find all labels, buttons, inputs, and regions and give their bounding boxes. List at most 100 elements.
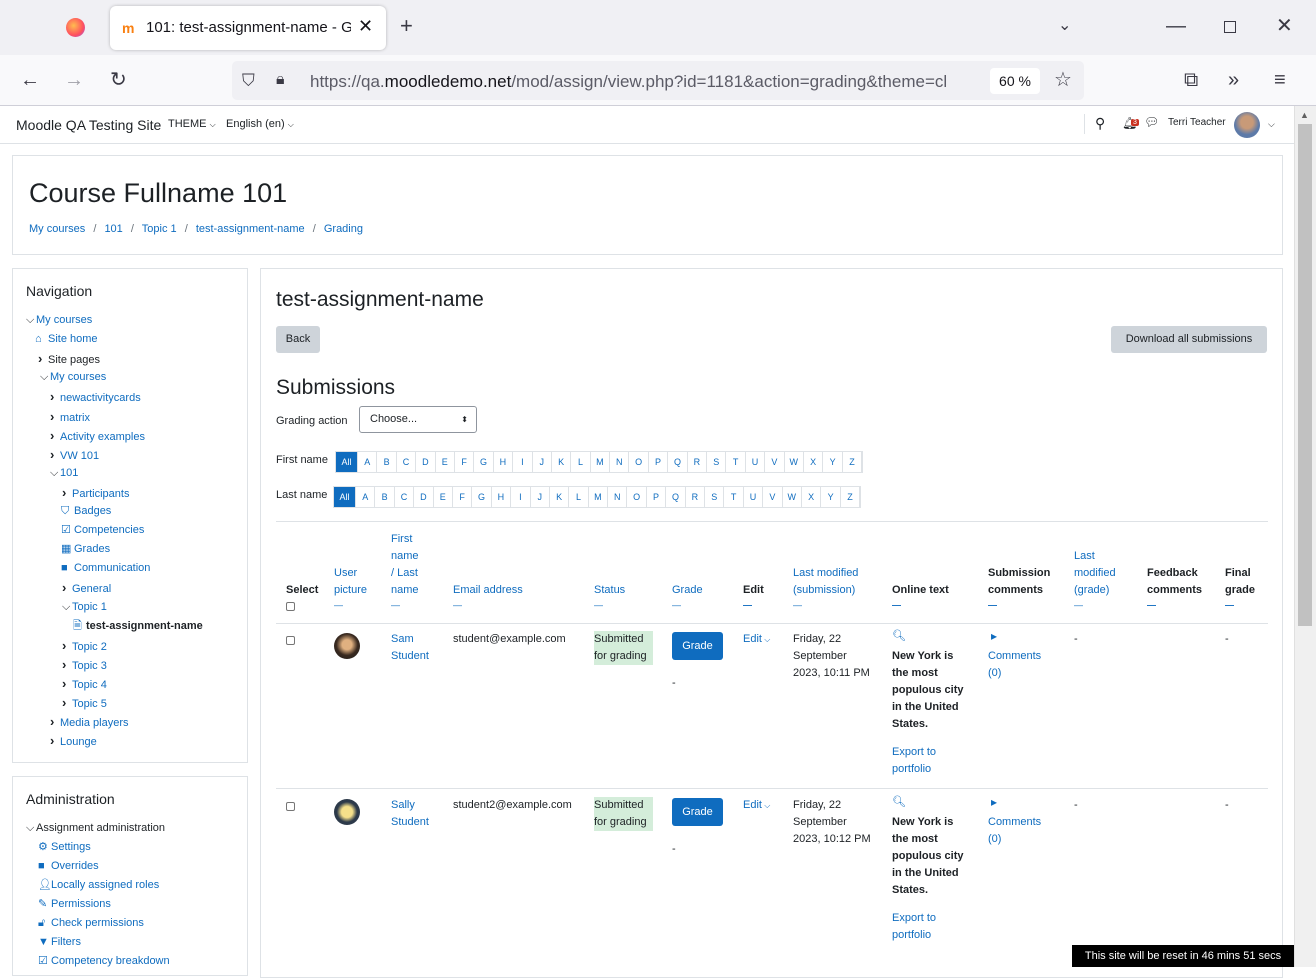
tree-item[interactable]: ▼ Filters [38, 933, 81, 952]
tree-item[interactable]: › Site pages [38, 349, 100, 370]
tree-item[interactable]: ■ Communication [61, 559, 150, 578]
tree-item[interactable]: ⌵ Topic 1 [62, 598, 107, 617]
letter-filter[interactable]: Z [843, 452, 863, 472]
letter-filter[interactable]: J [531, 487, 550, 507]
letter-filter[interactable]: N [610, 452, 630, 472]
collapse-column-icon[interactable]: — [453, 599, 543, 611]
scrollbar-thumb[interactable] [1298, 124, 1312, 626]
language-menu[interactable]: English (en) ⌵ [226, 118, 294, 130]
tree-item[interactable]: ⌵ Assignment administration [26, 819, 165, 838]
tree-item[interactable]: ⌵ My courses [40, 368, 106, 387]
letter-filter[interactable]: A [356, 487, 376, 507]
collapse-column-icon[interactable]: — [1074, 599, 1129, 611]
zoom-in-icon[interactable]: 🔍︎ [892, 795, 906, 808]
grading-action-select[interactable]: Choose... ⬍ [359, 406, 477, 433]
tree-item[interactable]: › Topic 4 [62, 674, 107, 695]
chevron-right-icon[interactable]: › [50, 426, 60, 445]
select-row-checkbox[interactable] [286, 636, 295, 645]
chevron-down-icon[interactable]: ⌵ [26, 819, 36, 838]
letter-filter[interactable]: T [724, 487, 744, 507]
avatar[interactable] [334, 799, 360, 825]
tree-item[interactable]: › Lounge [50, 731, 97, 752]
tree-item[interactable]: ⌵ My courses [26, 311, 92, 330]
back-arrow-icon[interactable]: ← [20, 70, 40, 90]
edit-menu[interactable]: Edit ⌵ [743, 631, 770, 648]
column-header-first-name[interactable]: First name / Last name — [391, 531, 431, 611]
theme-menu[interactable]: THEME ⌵ [168, 118, 216, 130]
tree-item[interactable]: 🗎︎ test-assignment-name [73, 617, 203, 636]
breadcrumb-grading[interactable]: Grading [324, 223, 363, 235]
list-tabs-icon[interactable]: ⌄ [1058, 16, 1071, 36]
letter-filter[interactable]: R [688, 452, 708, 472]
tree-item[interactable]: › General [62, 578, 111, 599]
collapse-column-icon[interactable]: — [1225, 599, 1265, 611]
avatar[interactable] [334, 633, 360, 659]
tree-item[interactable]: ■ Overrides [38, 857, 99, 876]
tree-item[interactable]: › Media players [50, 712, 128, 733]
collapse-column-icon[interactable]: — [743, 599, 783, 611]
letter-filter[interactable]: P [649, 452, 669, 472]
letter-filter[interactable]: O [629, 452, 649, 472]
collapse-column-icon[interactable]: — [391, 599, 431, 611]
tree-item[interactable]: ☑ Competencies [61, 521, 144, 540]
chevron-down-icon[interactable]: ⌵ [50, 464, 60, 483]
tree-item[interactable]: › matrix [50, 407, 90, 428]
column-header-grade[interactable]: Grade — [672, 582, 722, 611]
url-bar[interactable]: ⛉ 🔒︎ https://qa.moodledemo.net/mod/assig… [232, 61, 1084, 100]
tree-item[interactable]: ⚙ Settings [38, 838, 91, 857]
collapse-column-icon[interactable]: — [334, 599, 379, 611]
letter-filter[interactable]: Y [823, 452, 843, 472]
letter-filter[interactable]: T [726, 452, 746, 472]
tree-item[interactable]: › Activity examples [50, 426, 145, 447]
chevron-right-icon[interactable]: › [50, 407, 60, 426]
chevron-down-icon[interactable]: ⌵ [26, 311, 36, 330]
letter-filter[interactable]: A [358, 452, 378, 472]
tree-item[interactable]: ⛉ Badges [61, 502, 111, 521]
letter-filter[interactable]: X [802, 487, 822, 507]
column-header-last-modified-submission[interactable]: Last modified (submission) — [793, 565, 873, 611]
overflow-icon[interactable]: » [1228, 70, 1239, 90]
menu-icon[interactable]: ≡ [1274, 70, 1286, 90]
letter-filter[interactable]: M [591, 452, 611, 472]
letter-filter[interactable]: U [744, 487, 764, 507]
breadcrumb-my-courses[interactable]: My courses [29, 223, 85, 235]
letter-filter[interactable]: G [474, 452, 494, 472]
comments-link[interactable]: Comments (0) [988, 814, 1041, 848]
letter-filter[interactable]: V [765, 452, 785, 472]
letter-filter[interactable]: W [783, 487, 802, 507]
column-header-last-modified-grade[interactable]: Last modified (grade) — [1074, 548, 1129, 611]
letter-filter[interactable]: F [455, 452, 475, 472]
grade-button[interactable]: Grade [672, 798, 723, 826]
letter-filter[interactable]: E [434, 487, 453, 507]
shield-icon[interactable]: ⛉ [242, 71, 255, 91]
chevron-right-icon[interactable]: › [50, 387, 60, 406]
export-to-portfolio-link[interactable]: Export to portfolio [892, 910, 936, 944]
browser-tab[interactable]: m 101: test-assignment-name - Gr ✕ [110, 6, 386, 50]
collapse-column-icon[interactable]: — [672, 599, 722, 611]
tree-item[interactable]: › Topic 3 [62, 655, 107, 676]
user-menu-chevron-icon[interactable]: ⌵ [1268, 119, 1275, 130]
letter-filter[interactable]: K [552, 452, 572, 472]
collapse-column-icon[interactable]: — [892, 599, 972, 611]
letter-filter[interactable]: V [763, 487, 783, 507]
collapse-column-icon[interactable]: — [1147, 599, 1212, 611]
letter-filter[interactable]: B [377, 452, 397, 472]
breadcrumb-topic-1[interactable]: Topic 1 [142, 223, 177, 235]
breadcrumb-101[interactable]: 101 [104, 223, 122, 235]
chevron-right-icon[interactable]: › [50, 445, 60, 464]
site-name[interactable]: Moodle QA Testing Site [16, 117, 161, 133]
letter-filter[interactable]: R [686, 487, 706, 507]
search-icon[interactable]: ⚲ [1095, 115, 1105, 132]
collapse-column-icon[interactable]: — [793, 599, 873, 611]
url-text[interactable]: https://qa.moodledemo.net/mod/assign/vie… [310, 72, 982, 92]
student-name-link[interactable]: Sam Student [391, 631, 429, 665]
minimize-icon[interactable]: — [1166, 16, 1186, 36]
select-all-checkbox[interactable] [286, 602, 295, 611]
letter-filter[interactable]: J [533, 452, 552, 472]
zoom-level[interactable]: 60 % [990, 68, 1040, 94]
letter-filter[interactable]: O [627, 487, 647, 507]
caret-right-icon[interactable]: ▸ [991, 629, 997, 643]
tree-item[interactable]: › VW 101 [50, 445, 99, 466]
chevron-right-icon[interactable]: › [62, 693, 72, 712]
tree-item[interactable]: ⌵ 101 [50, 464, 78, 483]
